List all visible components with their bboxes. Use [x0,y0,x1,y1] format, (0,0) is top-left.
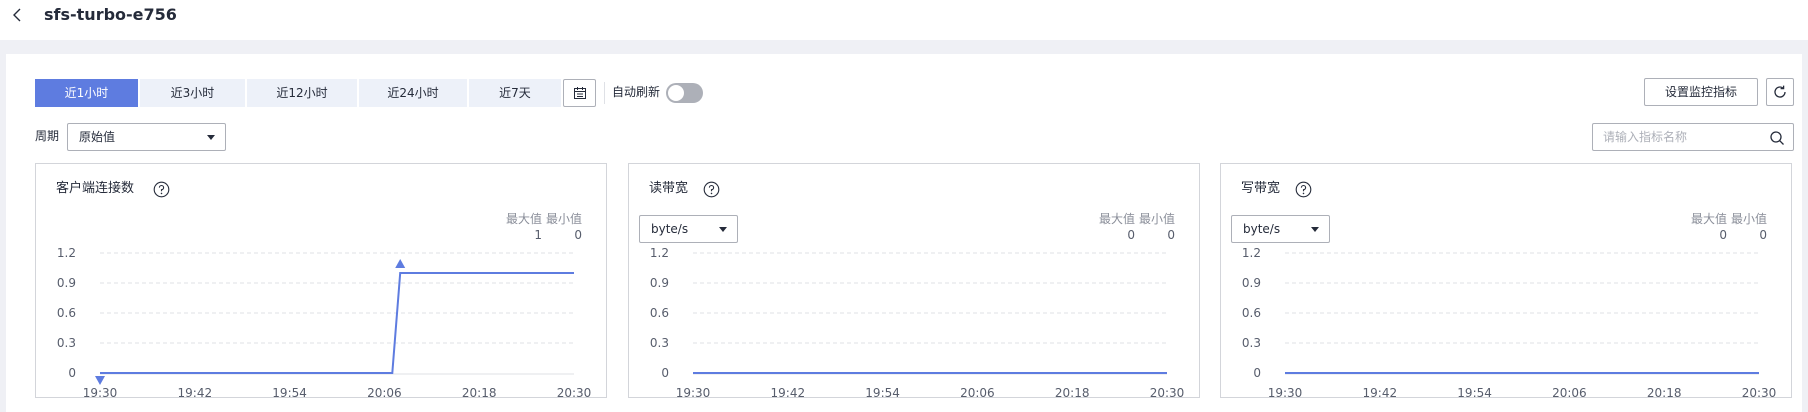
x-tick-label: 20:30 [1150,386,1185,399]
auto-refresh-toggle[interactable] [666,83,703,103]
y-tick-label: 0 [661,366,669,380]
toggle-knob [668,85,684,101]
caret-down-icon [1311,227,1319,232]
x-tick-label: 19:42 [771,386,806,399]
y-tick-label: 0.9 [1242,276,1261,290]
card-title: 客户端连接数 [56,181,135,196]
x-tick-label: 20:30 [557,386,592,399]
caret-down-icon [207,135,215,140]
tab-3h[interactable]: 近3小时 [140,79,245,107]
y-tick-label: 0.3 [57,336,76,350]
search-icon[interactable] [1769,130,1785,146]
min-label: 最小值 [1138,212,1175,226]
x-tick-label: 20:06 [960,386,995,399]
page-header: sfs-turbo-e756 [0,0,1808,40]
period-label: 周期 [35,129,60,143]
y-tick-label: 0 [1253,366,1261,380]
min-value: 0 [1167,228,1175,242]
y-tick-label: 0.9 [650,276,669,290]
metric-search [1592,123,1794,151]
card-title: 读带宽 [649,181,689,196]
unit-select[interactable]: byte/s [639,215,738,243]
x-tick-label: 20:06 [1552,386,1587,399]
period-value: 原始值 [79,130,116,144]
refresh-icon [1774,85,1786,98]
x-tick-label: 19:42 [178,386,213,399]
min-marker [95,376,105,385]
tab-12h[interactable]: 近12小时 [247,79,357,107]
metric-card-write-bandwidth: 1.2 0.9 0.6 0.3 0 19:30 19:42 19:54 20:06 20:18 20… [1220,163,1792,399]
y-tick-label: 0.9 [57,276,76,290]
min-value: 0 [1759,228,1767,242]
x-tick-label: 19:30 [1268,386,1303,399]
x-tick-label: 19:54 [865,386,900,399]
tab-1h[interactable]: 近1小时 [35,79,138,107]
chart-area: 1.2 0.9 0.6 0.3 0 19:30 19:42 19:54 20:06 20:18 20… [1242,246,1777,399]
x-tick-label: 19:30 [676,386,711,399]
unit-value: byte/s [651,222,689,236]
help-icon[interactable] [703,181,720,198]
caret-down-icon [719,227,727,232]
x-tick-label: 20:18 [1647,386,1682,399]
calendar-button[interactable] [563,79,596,107]
x-tick-label: 19:54 [272,386,307,399]
max-min-summary: 最大值 最小值 0 0 [1687,211,1767,243]
metric-card-read-bandwidth: 1.2 0.9 0.6 0.3 0 19:30 19:42 19:54 20:06 20:18 20… [628,163,1200,399]
auto-refresh-label: 自动刷新 [612,85,661,99]
y-tick-label: 0 [68,366,76,380]
unit-select[interactable]: byte/s [1231,215,1330,243]
x-tick-label: 19:54 [1457,386,1492,399]
max-value: 0 [1719,228,1727,242]
max-label: 最大值 [505,212,542,226]
unit-value: byte/s [1243,222,1281,236]
divider-band [0,40,1808,54]
toolbar-separator [604,82,605,104]
max-value: 1 [534,228,542,242]
left-gutter [0,54,6,412]
max-marker [395,259,406,268]
tab-24h[interactable]: 近24小时 [359,79,467,107]
metric-search-input[interactable] [1603,128,1763,146]
x-tick-label: 19:30 [83,386,118,399]
set-metrics-button[interactable]: 设置监控指标 [1644,78,1758,106]
max-label: 最大值 [1098,212,1135,226]
x-tick-label: 20:18 [1055,386,1090,399]
y-tick-label: 1.2 [57,246,76,260]
x-tick-label: 20:30 [1742,386,1777,399]
tab-7d[interactable]: 近7天 [469,79,561,107]
chart-area: 1.2 0.9 0.6 0.3 0 19:30 19:42 19:54 20:06 20:18 20… [57,246,592,399]
x-tick-label: 19:42 [1363,386,1398,399]
max-label: 最大值 [1690,212,1727,226]
min-value: 0 [574,228,582,242]
min-label: 最小值 [1730,212,1767,226]
y-tick-label: 0.6 [650,306,669,320]
time-range-tabs: 近1小时 近3小时 近12小时 近24小时 近7天 [35,79,563,107]
max-min-summary: 最大值 最小值 0 0 [1095,211,1175,243]
y-tick-label: 0.3 [1242,336,1261,350]
right-gutter [1802,54,1808,412]
y-tick-label: 0.6 [1242,306,1261,320]
period-select[interactable]: 原始值 [67,123,226,151]
y-tick-label: 0.6 [57,306,76,320]
help-icon[interactable] [153,181,170,198]
page-title: sfs-turbo-e756 [44,5,177,24]
back-arrow-icon[interactable] [10,6,24,24]
y-tick-label: 1.2 [1242,246,1261,260]
y-tick-label: 0.3 [650,336,669,350]
card-title: 写带宽 [1241,181,1281,196]
series-line [100,272,574,374]
help-icon[interactable] [1295,181,1312,198]
max-value: 0 [1127,228,1135,242]
min-label: 最小值 [545,212,582,226]
calendar-icon [573,87,586,99]
x-tick-label: 20:06 [367,386,402,399]
max-min-summary: 最大值 最小值 1 0 [502,211,582,243]
chart-area: 1.2 0.9 0.6 0.3 0 19:30 19:42 19:54 20:06 20:18 20… [650,246,1185,399]
y-tick-label: 1.2 [650,246,669,260]
refresh-button[interactable] [1766,78,1794,106]
x-tick-label: 20:18 [462,386,497,399]
metric-card-connections: 1.2 0.9 0.6 0.3 0 19:30 19:42 19:54 20:06 20:18 20… [35,163,607,399]
